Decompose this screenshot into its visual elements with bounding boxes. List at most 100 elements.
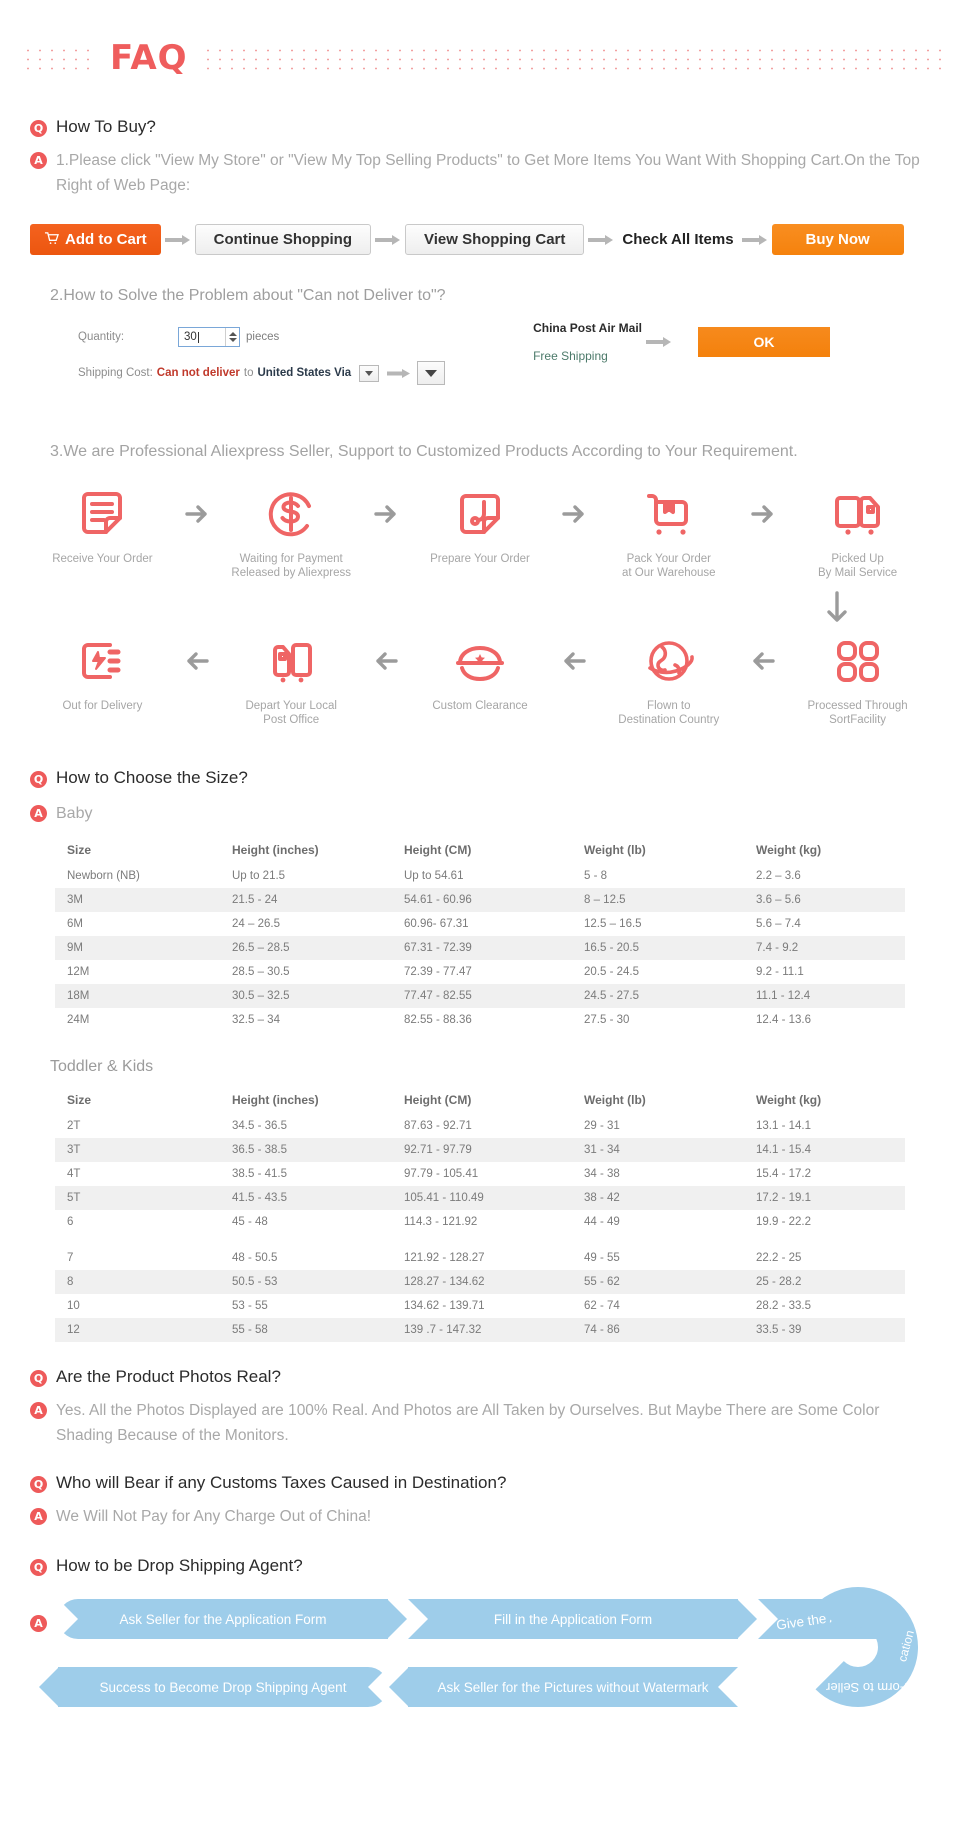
table-cell: 139 .7 - 147.32 — [392, 1318, 572, 1342]
table-row: 7 48 - 50.5 121.92 - 128.27 49 - 55 22.2 - 2… — [55, 1246, 905, 1270]
table-cell: 92.71 - 97.79 — [392, 1138, 572, 1162]
process-step-label: Flown to Destination Country — [618, 700, 720, 726]
process-step-label: Waiting for Payment Released by Aliexpre… — [231, 553, 351, 579]
table-cell: 8 — [55, 1270, 220, 1294]
country-dropdown[interactable] — [359, 364, 380, 382]
table-cell: 55 - 58 — [220, 1318, 392, 1342]
table-cell: 17.2 - 19.1 — [744, 1186, 905, 1210]
table-cell: 134.62 - 139.71 — [404, 1300, 485, 1312]
ok-button[interactable]: OK — [698, 327, 830, 357]
table-cell: Up to 54.61 — [404, 870, 464, 882]
drop-shipping-flow: A Ask Seller for the Application Form Fi… — [0, 1587, 960, 1707]
table-cell: 128.27 - 134.62 — [392, 1270, 572, 1294]
quantity-row: Quantity: 30 pieces — [78, 327, 445, 347]
process-step: Custom Clearance — [408, 630, 553, 713]
question-badge-icon: Q — [30, 1476, 47, 1493]
drop-shipping-step: Fill in the Application Form — [408, 1599, 757, 1639]
table-cell: 2T — [67, 1120, 81, 1132]
table-cell: 45 - 48 — [232, 1216, 268, 1228]
drop-shipping-steps-top: Ask Seller for the Application Form Fill… — [58, 1599, 897, 1639]
process-step-label: Picked Up By Mail Service — [817, 553, 898, 579]
table-cell: 19.9 - 22.2 — [756, 1216, 811, 1228]
faq-banner: FAQ — [0, 22, 960, 94]
customs-hat-icon — [452, 630, 508, 692]
flow-arrow-icon — [387, 368, 411, 379]
question-text: Are the Product Photos Real? — [56, 1367, 281, 1386]
table-cell: 48 - 50.5 — [232, 1252, 278, 1264]
drop-shipping-step: Success to Become Drop Shipping Agent — [39, 1667, 388, 1707]
answer-how-to-buy: A 1.Please click "View My Store" or "Vie… — [0, 148, 960, 198]
answer-badge-icon: A — [30, 1615, 47, 1632]
table-row: 4T 38.5 - 41.5 97.79 - 105.41 34 - 38 15.4 -… — [55, 1162, 905, 1186]
table-cell: 4T — [67, 1168, 81, 1180]
table-cell: 11.1 - 12.4 — [744, 984, 905, 1008]
faq-title: FAQ — [96, 41, 202, 75]
table-cell: 27.5 - 30 — [584, 1014, 630, 1026]
flow-arrow-icon — [741, 630, 785, 692]
table-cell: 50.5 - 53 — [220, 1270, 392, 1294]
column-header: Height (inches) — [232, 1093, 319, 1107]
table-cell: 9M — [55, 936, 220, 960]
post-office-icon — [265, 630, 317, 692]
shipping-form-left: Quantity: 30 pieces Shipping Cost: Can n… — [78, 327, 446, 385]
table-cell: 18M — [55, 984, 220, 1008]
quantity-stepper[interactable]: 30 — [178, 327, 240, 347]
table-cell: 28.5 – 30.5 — [232, 966, 290, 978]
table-cell: 53 - 55 — [232, 1300, 268, 1312]
view-shopping-cart-button[interactable]: View Shopping Cart — [404, 224, 585, 255]
stepper-down-icon[interactable] — [228, 338, 237, 342]
flow-arrow-icon — [161, 234, 195, 246]
table-cell: 2.2 – 3.6 — [756, 870, 801, 882]
table-cell: 12.5 – 16.5 — [584, 918, 642, 930]
shipping-method-summary: China Post Air Mail Free Shipping OK — [533, 321, 830, 363]
table-row: 9M 26.5 – 28.5 67.31 - 72.39 16.5 - 20.5 7.4… — [55, 936, 905, 960]
process-step-label: Pack Your Order at Our Warehouse — [622, 553, 716, 579]
country-select-value: United States Via — [257, 367, 352, 379]
process-step-label: Processed Through SortFacility — [807, 700, 908, 726]
column-header: Weight (lb) — [584, 1093, 646, 1107]
mail-truck-icon — [831, 483, 885, 545]
process-step: Pack Your Order at Our Warehouse — [596, 483, 741, 580]
table-cell: 6M — [67, 918, 83, 930]
process-step-label: Out for Delivery — [62, 700, 143, 712]
table-cell: 31 - 34 — [572, 1138, 744, 1162]
process-row-1: Receive Your Order Waiting for Payment R… — [0, 483, 960, 580]
question-text: Who will Bear if any Customs Taxes Cause… — [56, 1473, 507, 1492]
flow-arrow-icon — [175, 630, 219, 692]
table-cell: 5.6 – 7.4 — [756, 918, 801, 930]
table-cell — [572, 1234, 744, 1246]
table-cell: 29 - 31 — [584, 1120, 620, 1132]
question-size-guide: Q How to Choose the Size? — [0, 767, 960, 789]
table-cell: 9.2 - 11.1 — [756, 966, 804, 978]
flow-arrow-icon — [364, 483, 408, 545]
table-header-row: Size Height (inches) Height (CM) Weight … — [55, 836, 905, 864]
table-cell: 6 — [67, 1216, 74, 1228]
step-label: Success to Become Drop Shipping Agent — [99, 1679, 347, 1695]
shipping-method-dropdown[interactable] — [417, 361, 446, 385]
table-cell: 87.63 - 92.71 — [404, 1120, 472, 1132]
stepper-buttons[interactable] — [225, 328, 239, 346]
text-caret — [197, 331, 199, 343]
answer-size-guide: A Baby — [0, 801, 960, 826]
drop-shipping-step: Ask Seller for the Application Form — [58, 1599, 407, 1639]
step3-title: 3.We are Professional Aliexpress Seller,… — [50, 443, 798, 460]
process-step-label: Custom Clearance — [432, 700, 528, 712]
table-cell: 3.6 – 5.6 — [744, 888, 905, 912]
table-cell: 8 – 12.5 — [572, 888, 744, 912]
answer-badge-icon: A — [30, 1508, 47, 1525]
buy-now-button[interactable]: Buy Now — [771, 224, 904, 255]
table-cell: 44 - 49 — [584, 1216, 620, 1228]
step2-title: 2.How to Solve the Problem about "Can no… — [50, 287, 446, 304]
shipping-cost-row: Shipping Cost: Can not deliver to United… — [78, 361, 446, 385]
table-cell: 3T — [55, 1138, 220, 1162]
table-cell: 34 - 38 — [584, 1168, 620, 1180]
process-step-label: Prepare Your Order — [430, 553, 530, 565]
stepper-up-icon[interactable] — [228, 332, 237, 336]
table-cell: 7.4 - 9.2 — [744, 936, 905, 960]
process-row-2: Out for Delivery Depart Your Local Post … — [0, 630, 960, 727]
answer-badge-icon: A — [30, 152, 47, 169]
continue-shopping-button[interactable]: Continue Shopping — [194, 224, 371, 255]
add-to-cart-button[interactable]: Add to Cart — [30, 224, 161, 255]
column-header: Weight (kg) — [756, 843, 822, 857]
package-cart-icon — [642, 483, 696, 545]
